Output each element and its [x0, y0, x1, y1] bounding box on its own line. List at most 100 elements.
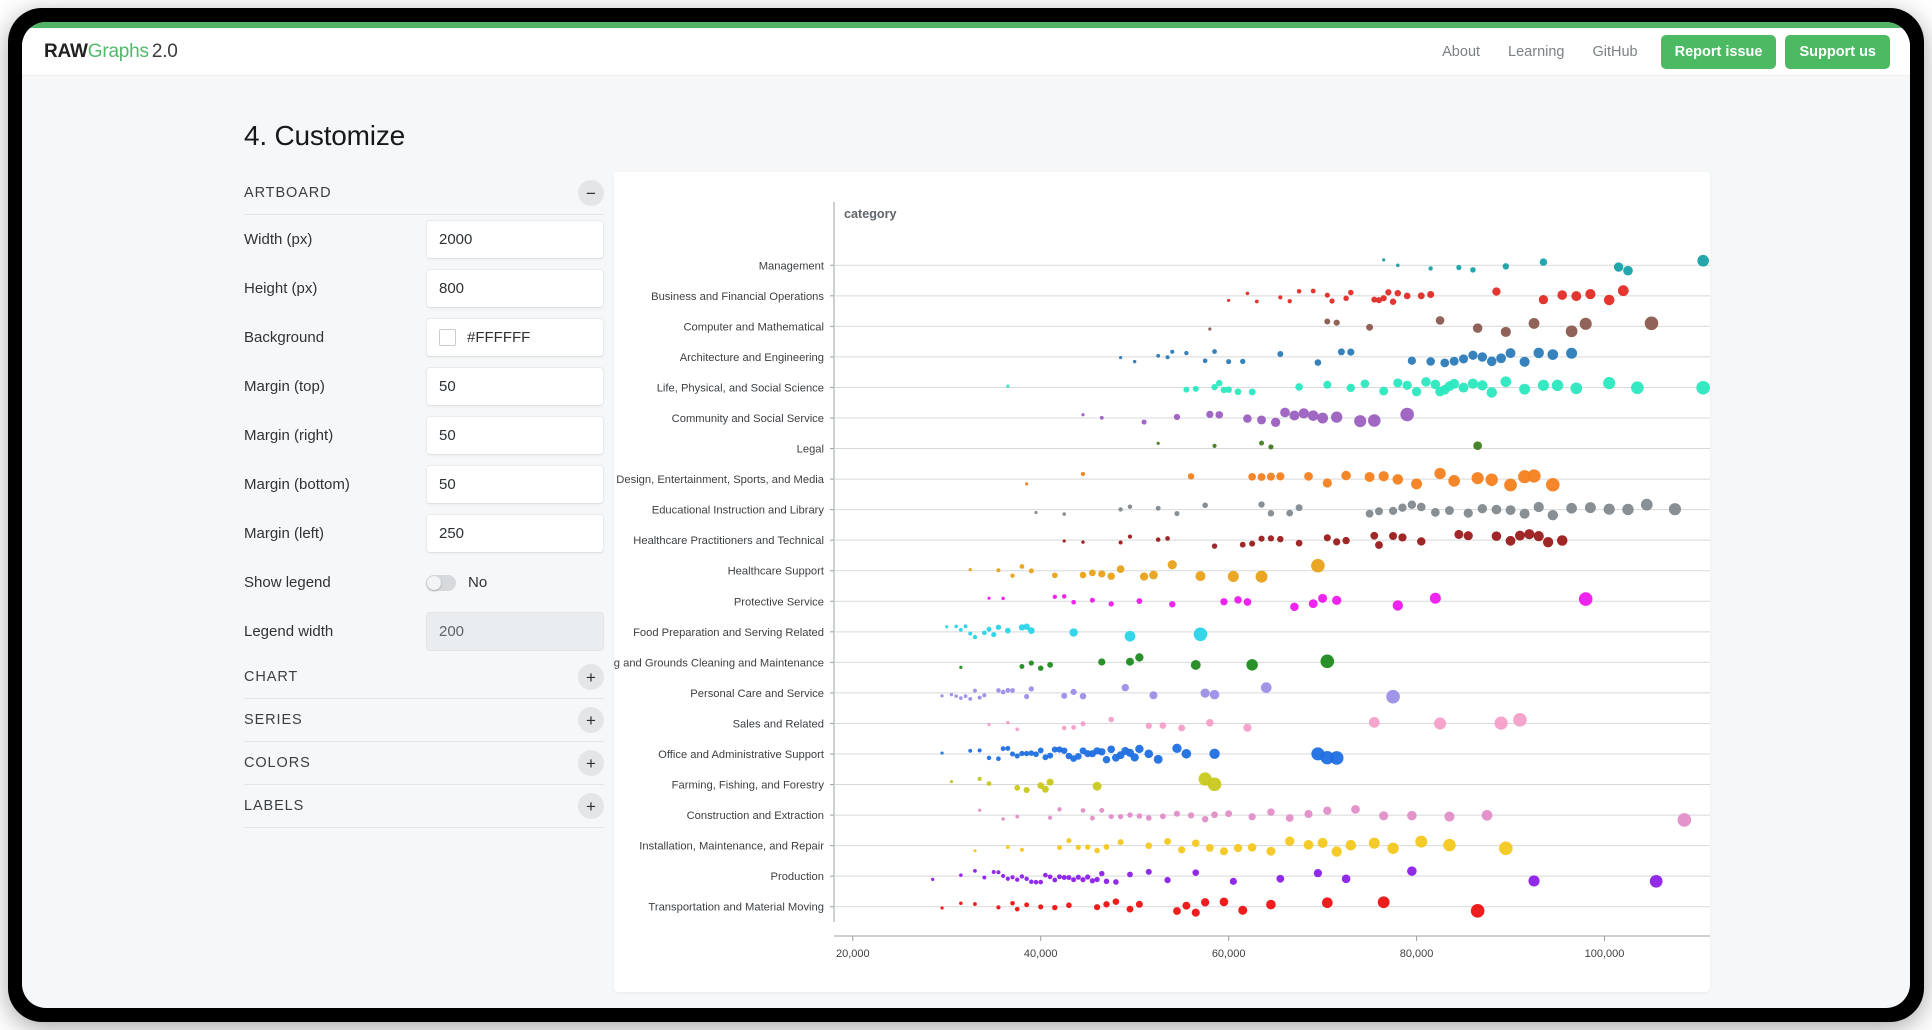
data-point [1464, 508, 1473, 517]
data-point [1034, 880, 1039, 885]
expand-labels-icon[interactable]: + [578, 793, 604, 819]
support-us-button[interactable]: Support us [1785, 35, 1890, 69]
data-point [1276, 875, 1284, 883]
collapse-artboard-icon[interactable]: − [578, 180, 604, 206]
data-point [1449, 379, 1459, 389]
section-header-labels[interactable]: LABELS + [244, 785, 604, 828]
data-point [1396, 264, 1400, 268]
section-header-artboard[interactable]: ARTBOARD − [244, 172, 604, 215]
section-header-colors[interactable]: COLORS + [244, 742, 604, 785]
data-point [1407, 811, 1417, 821]
data-point [1354, 415, 1366, 427]
data-point [996, 568, 1000, 572]
data-point [1062, 726, 1067, 731]
nav-learning[interactable]: Learning [1494, 44, 1578, 60]
data-point [1066, 838, 1071, 843]
data-point [1579, 592, 1593, 606]
data-point [1154, 755, 1163, 764]
svg-text:Production: Production [771, 871, 825, 883]
data-point [1001, 874, 1005, 878]
data-point [1379, 471, 1389, 481]
data-point [1398, 533, 1406, 541]
expand-series-icon[interactable]: + [578, 707, 604, 733]
data-point [1015, 753, 1020, 758]
data-point [1094, 904, 1100, 910]
data-point [1014, 785, 1020, 791]
data-point [1038, 747, 1044, 753]
svg-text:Farming, Fishing, and Forestry: Farming, Fishing, and Forestry [672, 780, 825, 792]
data-point [1341, 471, 1351, 481]
report-issue-button[interactable]: Report issue [1661, 35, 1777, 69]
chart-preview-card[interactable]: categoryManagementBusiness and Financial… [614, 172, 1710, 992]
svg-text:Construction and Extraction: Construction and Extraction [687, 810, 824, 822]
input-background[interactable]: #FFFFFF [426, 318, 604, 357]
data-point [978, 748, 982, 752]
svg-text:Sales and Related: Sales and Related [733, 718, 824, 730]
data-point [1005, 746, 1010, 751]
data-point [1136, 598, 1142, 604]
input-height[interactable]: 800 [426, 269, 604, 308]
expand-colors-icon[interactable]: + [578, 750, 604, 776]
input-margin-top[interactable]: 50 [426, 367, 604, 406]
svg-text:Protective Service: Protective Service [734, 596, 824, 608]
color-swatch-icon[interactable] [439, 329, 456, 346]
data-point [1184, 351, 1188, 355]
data-point [1477, 380, 1487, 390]
data-point [1289, 411, 1299, 421]
data-point [1090, 816, 1095, 821]
input-margin-right[interactable]: 50 [426, 416, 604, 455]
data-point [1243, 414, 1251, 422]
data-point [1296, 504, 1303, 511]
data-point [1001, 746, 1006, 751]
data-point [1103, 901, 1109, 907]
data-point [1149, 691, 1157, 699]
svg-text:Transportation and Material Mo: Transportation and Material Moving [648, 902, 824, 914]
input-margin-bottom[interactable]: 50 [426, 465, 604, 504]
data-point [1504, 479, 1517, 492]
data-point [1246, 659, 1257, 670]
data-point [1534, 502, 1544, 512]
svg-text:Educational Instruction and Li: Educational Instruction and Library [652, 505, 825, 517]
svg-text:Food Preparation and Serving R: Food Preparation and Serving Related [633, 627, 824, 639]
data-point [1052, 905, 1057, 910]
app-logo[interactable]: RAWGraphs2.0 [44, 41, 178, 63]
input-width[interactable]: 2000 [426, 220, 604, 259]
data-point [1398, 504, 1406, 512]
data-point [973, 902, 977, 906]
data-point [1696, 381, 1710, 395]
data-point [1407, 866, 1417, 876]
nav-about[interactable]: About [1428, 44, 1494, 60]
data-point [1118, 814, 1123, 819]
svg-text:80,000: 80,000 [1400, 948, 1434, 960]
data-point [959, 901, 963, 905]
data-point [1208, 777, 1222, 791]
data-point [1540, 258, 1547, 265]
data-point [1173, 907, 1181, 915]
data-point [1029, 660, 1034, 665]
data-point [1436, 316, 1445, 325]
svg-text:Computer and Mathematical: Computer and Mathematical [683, 321, 824, 333]
section-header-chart[interactable]: CHART + [244, 656, 604, 699]
nav-github[interactable]: GitHub [1578, 44, 1651, 60]
data-point [987, 781, 992, 786]
expand-chart-icon[interactable]: + [578, 664, 604, 690]
data-point [1090, 598, 1095, 603]
data-point [1201, 688, 1210, 697]
data-point [1085, 844, 1090, 849]
data-point [978, 809, 981, 812]
section-header-series[interactable]: SERIES + [244, 699, 604, 742]
show-legend-toggle[interactable] [426, 575, 456, 591]
data-point [1527, 469, 1540, 482]
data-point [1210, 690, 1219, 699]
data-point [1266, 900, 1276, 910]
data-point [1211, 811, 1218, 818]
data-point [1081, 540, 1084, 543]
option-row-margin-right: Margin (right) 50 [244, 411, 604, 460]
data-point [1403, 381, 1412, 390]
input-margin-left[interactable]: 250 [426, 514, 604, 553]
data-point [1520, 357, 1530, 367]
data-point [1456, 265, 1461, 270]
data-point [1235, 388, 1242, 395]
data-point [1240, 542, 1246, 548]
data-point [1066, 875, 1071, 880]
